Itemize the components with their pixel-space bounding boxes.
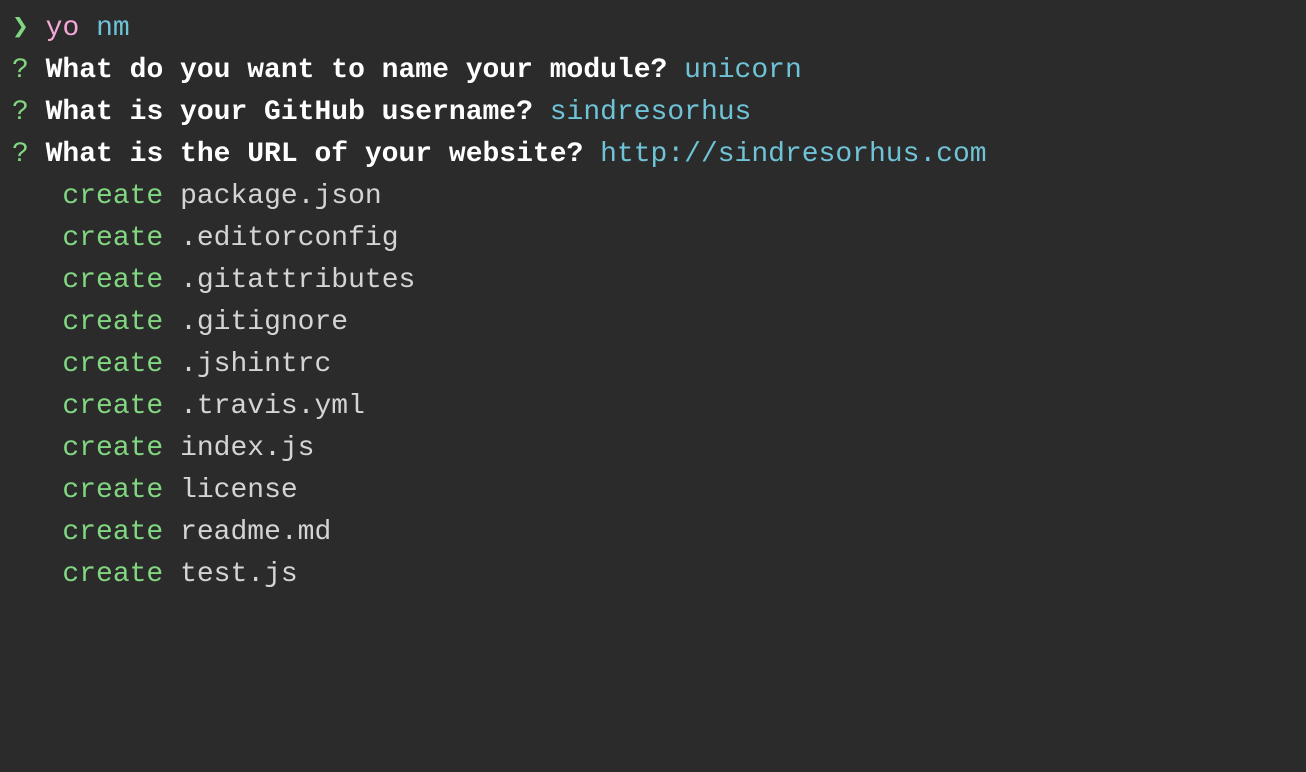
create-action: create [62, 517, 163, 548]
create-action: create [62, 307, 163, 338]
create-action: create [62, 475, 163, 506]
command-nm: nm [96, 13, 130, 44]
prompt-caret: ❯ [12, 13, 29, 44]
question-text: What is your GitHub username? [46, 97, 533, 128]
create-filename: test.js [180, 559, 298, 590]
create-action: create [62, 265, 163, 296]
command-line: ❯ yo nm [12, 8, 1294, 50]
create-filename: readme.md [180, 517, 331, 548]
create-action: create [62, 559, 163, 590]
terminal-output: ❯ yo nm ? What do you want to name your … [12, 8, 1294, 596]
question-mark-icon: ? [12, 139, 29, 170]
create-filename: .editorconfig [180, 223, 398, 254]
create-line: create .editorconfig [12, 218, 1294, 260]
create-line: create test.js [12, 554, 1294, 596]
create-line: create license [12, 470, 1294, 512]
create-filename: .travis.yml [180, 391, 365, 422]
create-action: create [62, 181, 163, 212]
prompt-question-1: ? What do you want to name your module? … [12, 50, 1294, 92]
create-line: create .gitignore [12, 302, 1294, 344]
create-action: create [62, 433, 163, 464]
question-answer: unicorn [684, 55, 802, 86]
create-line: create .gitattributes [12, 260, 1294, 302]
question-text: What is the URL of your website? [46, 139, 584, 170]
create-line: create readme.md [12, 512, 1294, 554]
create-filename: .gitattributes [180, 265, 415, 296]
create-filename: .jshintrc [180, 349, 331, 380]
command-yo: yo [46, 13, 80, 44]
create-line: create index.js [12, 428, 1294, 470]
question-mark-icon: ? [12, 55, 29, 86]
create-line: create .jshintrc [12, 344, 1294, 386]
question-mark-icon: ? [12, 97, 29, 128]
create-action: create [62, 349, 163, 380]
create-filename: .gitignore [180, 307, 348, 338]
prompt-question-2: ? What is your GitHub username? sindreso… [12, 92, 1294, 134]
create-action: create [62, 223, 163, 254]
question-text: What do you want to name your module? [46, 55, 668, 86]
create-filename: index.js [180, 433, 314, 464]
prompt-question-3: ? What is the URL of your website? http:… [12, 134, 1294, 176]
question-answer: http://sindresorhus.com [600, 139, 986, 170]
create-line: create .travis.yml [12, 386, 1294, 428]
create-filename: license [180, 475, 298, 506]
create-line: create package.json [12, 176, 1294, 218]
question-answer: sindresorhus [550, 97, 752, 128]
create-action: create [62, 391, 163, 422]
create-filename: package.json [180, 181, 382, 212]
